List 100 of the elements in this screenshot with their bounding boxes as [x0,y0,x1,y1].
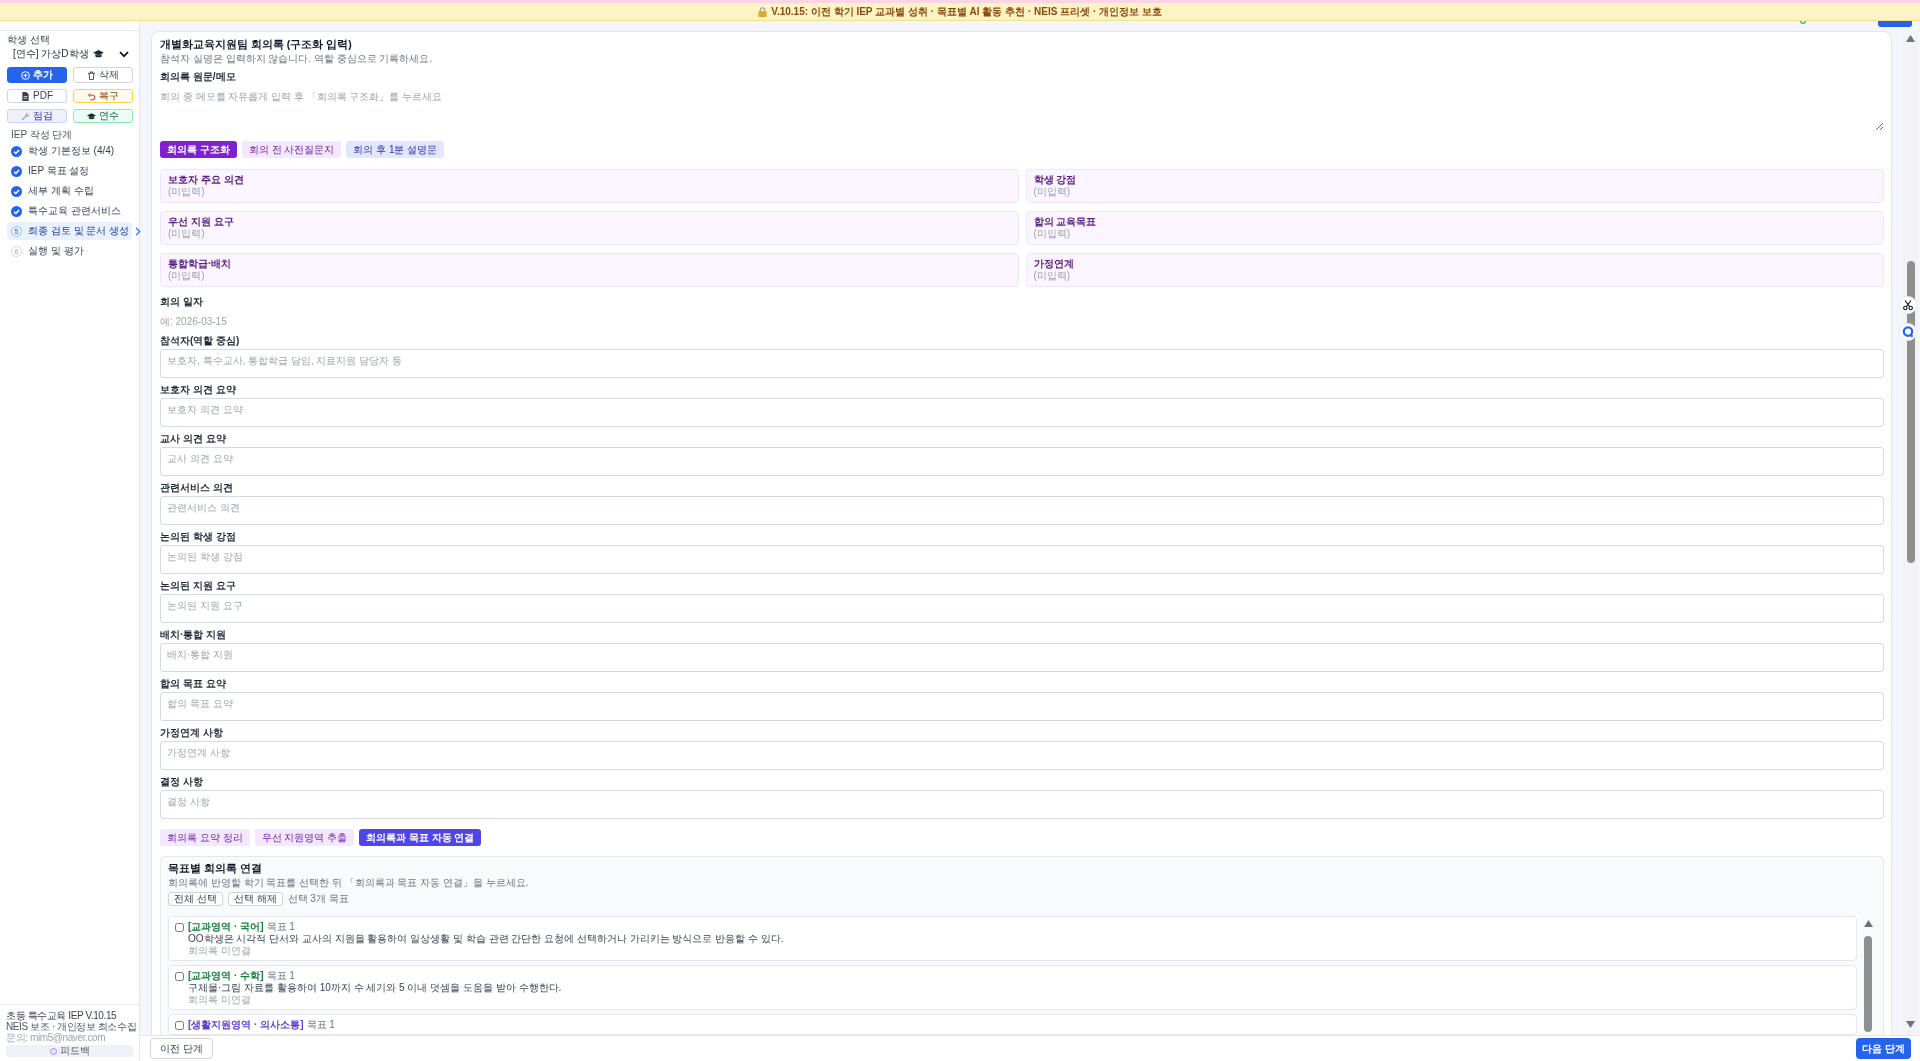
next-button[interactable]: 다음 단계 [1856,1038,1911,1059]
field-label: 보호자 의견 요약 [160,384,236,396]
summary-title: 통합학급·배치 [168,258,232,270]
previous-button[interactable]: 이전 단계 [150,1038,213,1059]
summary-value: (미입력) [168,270,205,282]
summary-value: (미입력) [168,186,205,198]
summary-title: 우선 지원 요구 [168,216,234,228]
checkbox[interactable] [175,971,184,981]
app-info-text: 초등 특수교육 IEP V.10.15 [6,1010,117,1021]
document-icon [21,91,30,101]
chevron-right-icon [135,226,142,236]
step-item[interactable]: 특수교육 관련서비스 [7,202,132,220]
field-label: 배치·통합 지원 [160,629,227,641]
plus-circle-icon [21,70,30,80]
graduation-cap-icon [87,111,96,121]
trash-icon [87,70,96,80]
checkbox[interactable] [175,922,184,932]
goal-number: 목표 1 [266,921,295,933]
scroll-up-icon[interactable] [1906,35,1915,42]
action-button[interactable]: 회의록 구조화 [160,141,237,158]
student-select[interactable]: [연수] 가상D학생 [7,46,132,62]
app-info-text: NEIS 보조 · 개인정보 최소수집 [6,1021,137,1032]
action-button[interactable]: 회의록 요약 정리 [160,829,250,846]
text-field[interactable]: 보호자 의견 요약 [160,398,1884,427]
action-button[interactable]: 회의 전 사전질문지 [241,141,342,158]
text-field[interactable]: 배치·통합 지원 [160,643,1884,672]
steps-heading: IEP 작성 단계 [10,129,73,141]
summary-value: (미입력) [1033,228,1071,240]
step-item[interactable]: 학생 기본정보 (4/4) [7,142,132,160]
graduation-cap-icon [92,50,104,58]
step-item[interactable]: IEP 목표 설정 [7,162,132,180]
field-label: 결정 사항 [160,776,203,788]
field-label: 합의 목표 요약 [160,678,226,690]
step-item[interactable]: 세부 계획 수립 [7,182,132,200]
goal-area-tag: [교과영역 · 국어] [188,921,264,933]
select-label: 학생 선택 [7,34,50,46]
field-label: 가정연계 사항 [160,727,223,739]
restore-button[interactable]: 복구 [73,89,133,103]
goal-text: 구체물·그림 자료를 활용하여 10까지 수 세기와 5 이내 덧셈을 도움을 받아 수행한다. [188,982,562,994]
field-label: 회의 일자 [160,296,203,308]
text-field[interactable]: 논의된 지원 요구 [160,594,1884,623]
text-field[interactable]: 결정 사항 [160,790,1884,819]
scroll-down-icon[interactable] [1906,1021,1915,1028]
scrollbar-thumb[interactable] [1864,936,1872,1032]
undo-arrow-icon [87,91,96,101]
circle-icon [49,1047,57,1055]
field-label: 참석자(역할 중심) [160,335,240,347]
card-title: 개별화교육지원팀 회의록 (구조화 입력) [160,38,352,51]
memo-textarea[interactable]: 회의 중 메모를 자유롭게 입력 후 「회의록 구조화」를 누르세요 [160,85,1884,131]
wrench-icon [21,111,30,121]
field-label: 교사 의견 요약 [160,433,226,445]
lock-icon [758,6,768,17]
chevron-down-icon [119,50,129,58]
action-button[interactable]: 우선 지원영역 추출 [254,829,355,846]
select-button[interactable]: 선택 해제 [227,892,283,906]
scroll-up-icon[interactable] [1863,920,1873,927]
selection-count: 선택 3개 목표 [287,893,349,905]
notice-text: V.10.15: 이전 학기 IEP 교과별 성취 · 목표별 AI 활동 추천 · NEIS 프리셋 · 개인정보 보호 [771,5,1162,18]
add-button[interactable]: 추가 [7,67,67,83]
card-subtitle: 참석자 실명은 입력하지 않습니다. 역할 중심으로 기록하세요. [160,53,433,65]
panel-description: 회의록에 반영할 학기 목표를 선택한 뒤 「회의록과 목표 자동 연결」을 누르세요. [168,877,529,889]
select-button[interactable]: 전체 선택 [168,892,223,906]
delete-button[interactable]: 삭제 [73,67,133,83]
summary-title: 합의 교육목표 [1033,216,1097,228]
scrollbar-thumb[interactable] [1906,261,1915,563]
field-label: 회의록 원문/메모 [160,71,236,83]
text-field[interactable]: 합의 목표 요약 [160,692,1884,721]
link-status: 회의록 미연결 [188,945,251,957]
inspect-button[interactable]: 점검 [7,109,67,123]
summary-value: (미입력) [1033,186,1071,198]
goal-number: 목표 1 [266,970,295,982]
field-label: 논의된 지원 요구 [160,580,236,592]
training-button[interactable]: 연수 [73,109,133,123]
summary-title: 보호자 주요 의견 [168,174,244,186]
text-field[interactable]: 관련서비스 의견 [160,496,1884,525]
scissors-icon[interactable] [1899,296,1917,314]
action-button[interactable]: 회의 후 1분 설명문 [346,141,445,158]
panel-title: 목표별 회의록 연결 [168,862,262,875]
link-status: 회의록 미연결 [188,994,251,1006]
pdf-button[interactable]: PDF [7,89,67,103]
text-field[interactable]: 가정연계 사항 [160,741,1884,770]
summary-value: (미입력) [168,228,205,240]
scrollbar[interactable] [1903,31,1918,1035]
action-button[interactable]: 회의록과 목표 자동 연결 [359,829,482,846]
goal-area-tag: [생활지원영역 · 의사소통] [188,1019,304,1031]
feedback-button[interactable]: 피드백 [6,1045,133,1057]
date-field[interactable]: 예: 2026-03-15 [160,312,1884,330]
goal-text: OO학생은 시각적 단서와 교사의 지원을 활용하여 일상생활 및 학습 관련 간단한 요청에 선택하거나 가리키는 방식으로 반응할 수 있다. [188,933,784,945]
checkbox[interactable] [175,1020,184,1030]
summary-title: 학생 강점 [1033,174,1077,186]
summary-value: (미입력) [1033,270,1071,282]
app-info-text: 문의: mim5@naver.com [6,1032,106,1043]
text-field[interactable]: 교사 의견 요약 [160,447,1884,476]
goal-number: 목표 1 [306,1019,335,1031]
text-field[interactable]: 논의된 학생 강점 [160,545,1884,574]
goal-area-tag: [교과영역 · 수학] [188,970,264,982]
text-field[interactable]: 보호자, 특수교사, 통합학급 담임, 치료지원 담당자 등 [160,349,1884,378]
chat-icon[interactable] [1899,323,1917,341]
field-label: 논의된 학생 강점 [160,531,236,543]
field-label: 관련서비스 의견 [160,482,233,494]
